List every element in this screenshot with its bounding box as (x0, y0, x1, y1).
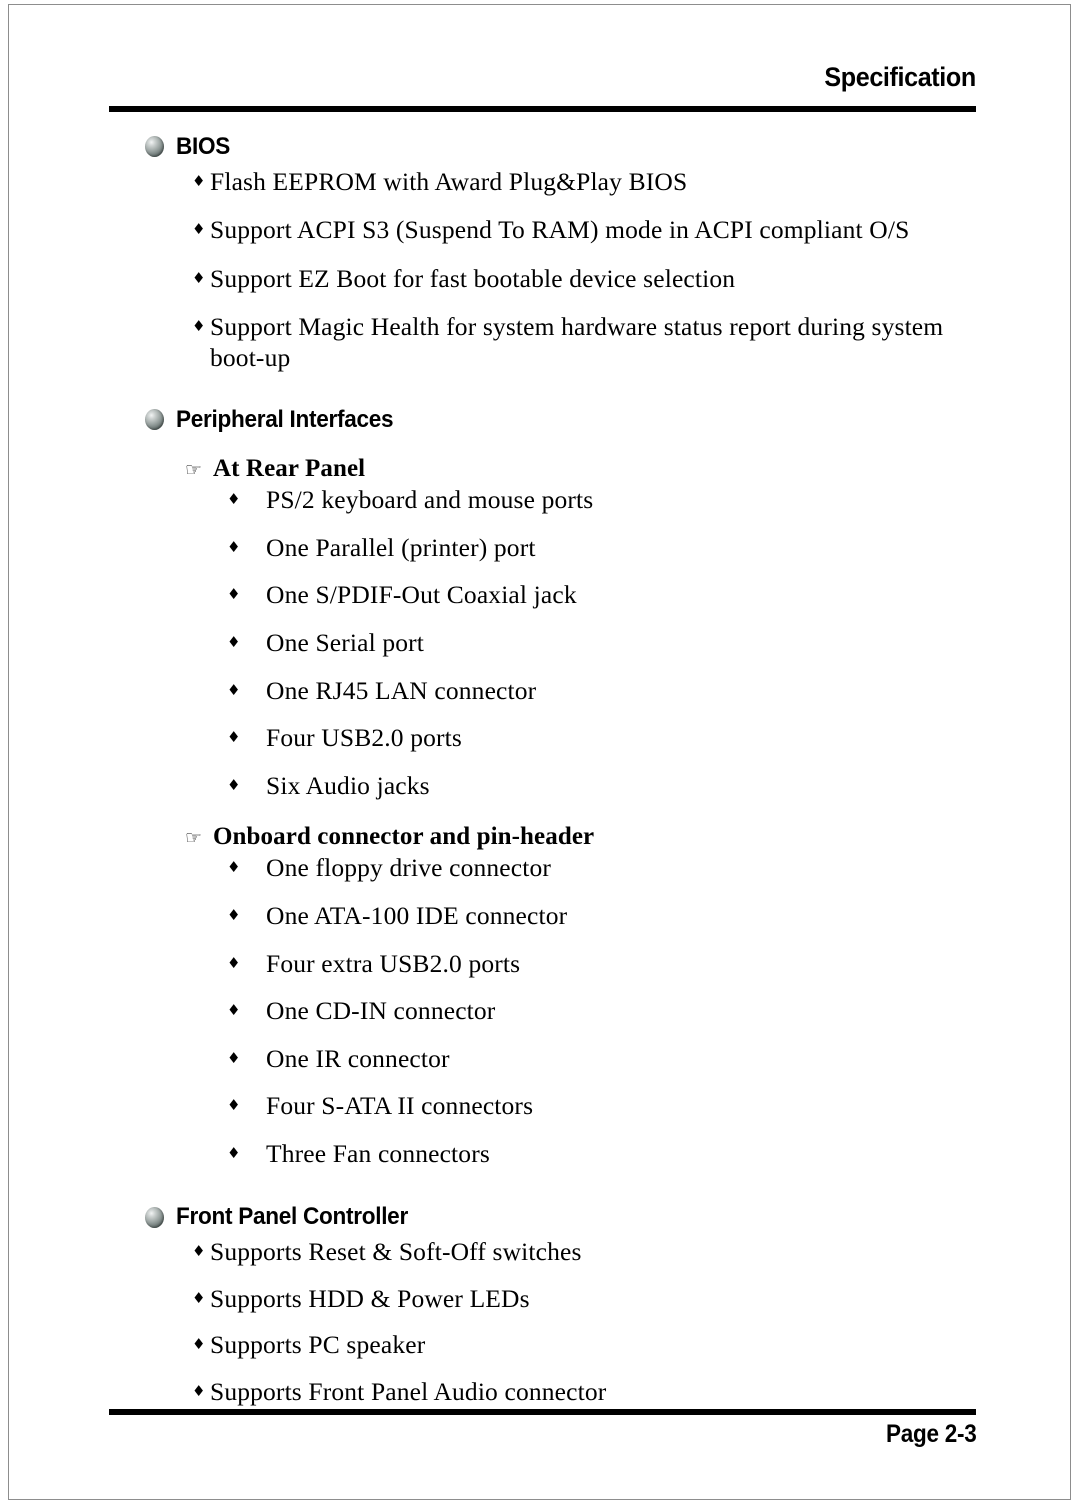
section-front-panel-controller: Front Panel Controller ♦ Supports Reset … (9, 1203, 1070, 1408)
list-item: ♦ Support EZ Boot for fast bootable devi… (9, 263, 1070, 295)
section-bios-list: ♦ Flash EEPROM with Award Plug&Play BIOS… (9, 166, 1070, 374)
section-bios: BIOS ♦ Flash EEPROM with Award Plug&Play… (9, 133, 1070, 374)
diamond-bullet-icon: ♦ (227, 905, 241, 924)
diamond-bullet-icon: ♦ (192, 1381, 206, 1400)
section-front-panel-list: ♦ Supports Reset & Soft-Off switches ♦ S… (9, 1237, 1070, 1408)
page-content: BIOS ♦ Flash EEPROM with Award Plug&Play… (9, 133, 1070, 1423)
section-peripheral-title: Peripheral Interfaces (176, 405, 394, 433)
list-item: ♦ One RJ45 LAN connector (9, 675, 1070, 707)
diamond-bullet-icon: ♦ (192, 1335, 206, 1354)
list-item-text: One S/PDIF-Out Coaxial jack (266, 580, 577, 610)
list-item: ♦ PS/2 keyboard and mouse ports (9, 485, 1070, 516)
list-item: ♦ One Serial port (9, 627, 1070, 659)
diamond-bullet-icon: ♦ (227, 728, 241, 747)
list-item-text: Four extra USB2.0 ports (266, 948, 521, 978)
list-item-text: One IR connector (266, 1043, 450, 1073)
diamond-bullet-icon: ♦ (227, 585, 241, 604)
list-item: ♦ One ATA-100 IDE connector (9, 900, 1070, 932)
list-item: ♦ Supports Reset & Soft-Off switches (9, 1237, 1070, 1268)
subsection-onboard-title: Onboard connector and pin-header (213, 823, 595, 851)
footer-divider (109, 1409, 976, 1415)
list-item: ♦ One Parallel (printer) port (9, 532, 1070, 564)
list-item-text: Support Magic Health for system hardware… (210, 312, 944, 372)
list-item-text: One ATA-100 IDE connector (266, 900, 568, 930)
list-item: ♦ Three Fan connectors (9, 1138, 1070, 1170)
diamond-bullet-icon: ♦ (227, 775, 241, 794)
diamond-bullet-icon: ♦ (227, 1001, 241, 1020)
list-item: ♦ Four S-ATA II connectors (9, 1091, 1070, 1122)
diamond-bullet-icon: ♦ (227, 953, 241, 972)
diamond-bullet-icon: ♦ (227, 537, 241, 556)
list-item-text: PS/2 keyboard and mouse ports (266, 485, 594, 515)
diamond-bullet-icon: ♦ (227, 680, 241, 699)
diamond-bullet-icon: ♦ (192, 1288, 206, 1307)
list-item-text: Six Audio jacks (266, 770, 430, 800)
subsection-rear-panel-title: At Rear Panel (213, 455, 366, 483)
list-item-text: Three Fan connectors (266, 1138, 490, 1168)
section-bios-heading: BIOS (9, 133, 1070, 161)
diamond-bullet-icon: ♦ (192, 317, 206, 336)
page-header: Specification (109, 62, 977, 93)
list-item-text: Supports HDD & Power LEDs (210, 1283, 530, 1313)
list-item-text: Supports Front Panel Audio connector (210, 1376, 607, 1406)
list-item: ♦ One CD-IN connector (9, 996, 1070, 1027)
list-item-text: Support EZ Boot for fast bootable device… (210, 263, 736, 293)
list-item-text: One CD-IN connector (266, 996, 496, 1026)
page-number: Page 2-3 (885, 1420, 977, 1448)
list-item: ♦ Support ACPI S3 (Suspend To RAM) mode … (9, 215, 1070, 246)
subsection-rear-panel-list: ♦ PS/2 keyboard and mouse ports ♦ One Pa… (9, 485, 1070, 802)
section-front-panel-heading: Front Panel Controller (9, 1203, 1070, 1231)
list-item: ♦ Four USB2.0 ports (9, 723, 1070, 754)
section-front-panel-title: Front Panel Controller (176, 1203, 408, 1231)
section-peripheral-interfaces: Peripheral Interfaces ☞ At Rear Panel ♦ … (9, 405, 1070, 1170)
list-item: ♦ Six Audio jacks (9, 770, 1070, 802)
list-item: ♦ One S/PDIF-Out Coaxial jack (9, 580, 1070, 611)
list-item-text: One RJ45 LAN connector (266, 675, 537, 705)
subsection-rear-panel-heading: ☞ At Rear Panel (9, 455, 1070, 483)
diamond-bullet-icon: ♦ (192, 220, 206, 239)
pointing-hand-icon: ☞ (185, 459, 203, 482)
page-header-title: Specification (824, 62, 977, 92)
diamond-bullet-icon: ♦ (227, 1143, 241, 1162)
list-item-text: Support ACPI S3 (Suspend To RAM) mode in… (210, 215, 910, 245)
diamond-bullet-icon: ♦ (227, 1048, 241, 1067)
diamond-bullet-icon: ♦ (192, 268, 206, 287)
manual-page: Specification BIOS ♦ Flash EEPROM with A… (8, 4, 1071, 1500)
subsection-onboard-list: ♦ One floppy drive connector ♦ One ATA-1… (9, 853, 1070, 1170)
sphere-bullet-icon (145, 408, 164, 430)
list-item: ♦ One floppy drive connector (9, 853, 1070, 884)
list-item-text: Flash EEPROM with Award Plug&Play BIOS (210, 166, 688, 196)
diamond-bullet-icon: ♦ (227, 490, 241, 509)
list-item: ♦ One IR connector (9, 1043, 1070, 1075)
list-item-text: Four USB2.0 ports (266, 723, 462, 753)
diamond-bullet-icon: ♦ (192, 171, 206, 190)
pointing-hand-icon: ☞ (185, 827, 203, 850)
diamond-bullet-icon: ♦ (227, 632, 241, 651)
list-item: ♦ Support Magic Health for system hardwa… (9, 312, 1070, 373)
subsection-onboard-heading: ☞ Onboard connector and pin-header (9, 823, 1070, 851)
list-item: ♦ Four extra USB2.0 ports (9, 948, 1070, 980)
list-item-text: Supports Reset & Soft-Off switches (210, 1237, 582, 1267)
diamond-bullet-icon: ♦ (192, 1242, 206, 1261)
list-item: ♦ Supports Front Panel Audio connector (9, 1376, 1070, 1408)
list-item-text: One Parallel (printer) port (266, 532, 536, 562)
section-bios-title: BIOS (176, 133, 231, 160)
list-item-text: Four S-ATA II connectors (266, 1091, 534, 1121)
list-item: ♦ Flash EEPROM with Award Plug&Play BIOS (9, 166, 1070, 198)
list-item-text: One Serial port (266, 627, 425, 657)
header-divider (109, 106, 976, 112)
list-item-text: One floppy drive connector (266, 853, 552, 883)
list-item: ♦ Supports PC speaker (9, 1330, 1070, 1361)
diamond-bullet-icon: ♦ (227, 858, 241, 877)
diamond-bullet-icon: ♦ (227, 1096, 241, 1115)
section-peripheral-heading: Peripheral Interfaces (9, 405, 1070, 434)
sphere-bullet-icon (145, 136, 164, 158)
sphere-bullet-icon (145, 1206, 164, 1228)
page-footer: Page 2-3 (109, 1420, 977, 1449)
list-item-text: Supports PC speaker (210, 1330, 426, 1360)
list-item: ♦ Supports HDD & Power LEDs (9, 1283, 1070, 1315)
